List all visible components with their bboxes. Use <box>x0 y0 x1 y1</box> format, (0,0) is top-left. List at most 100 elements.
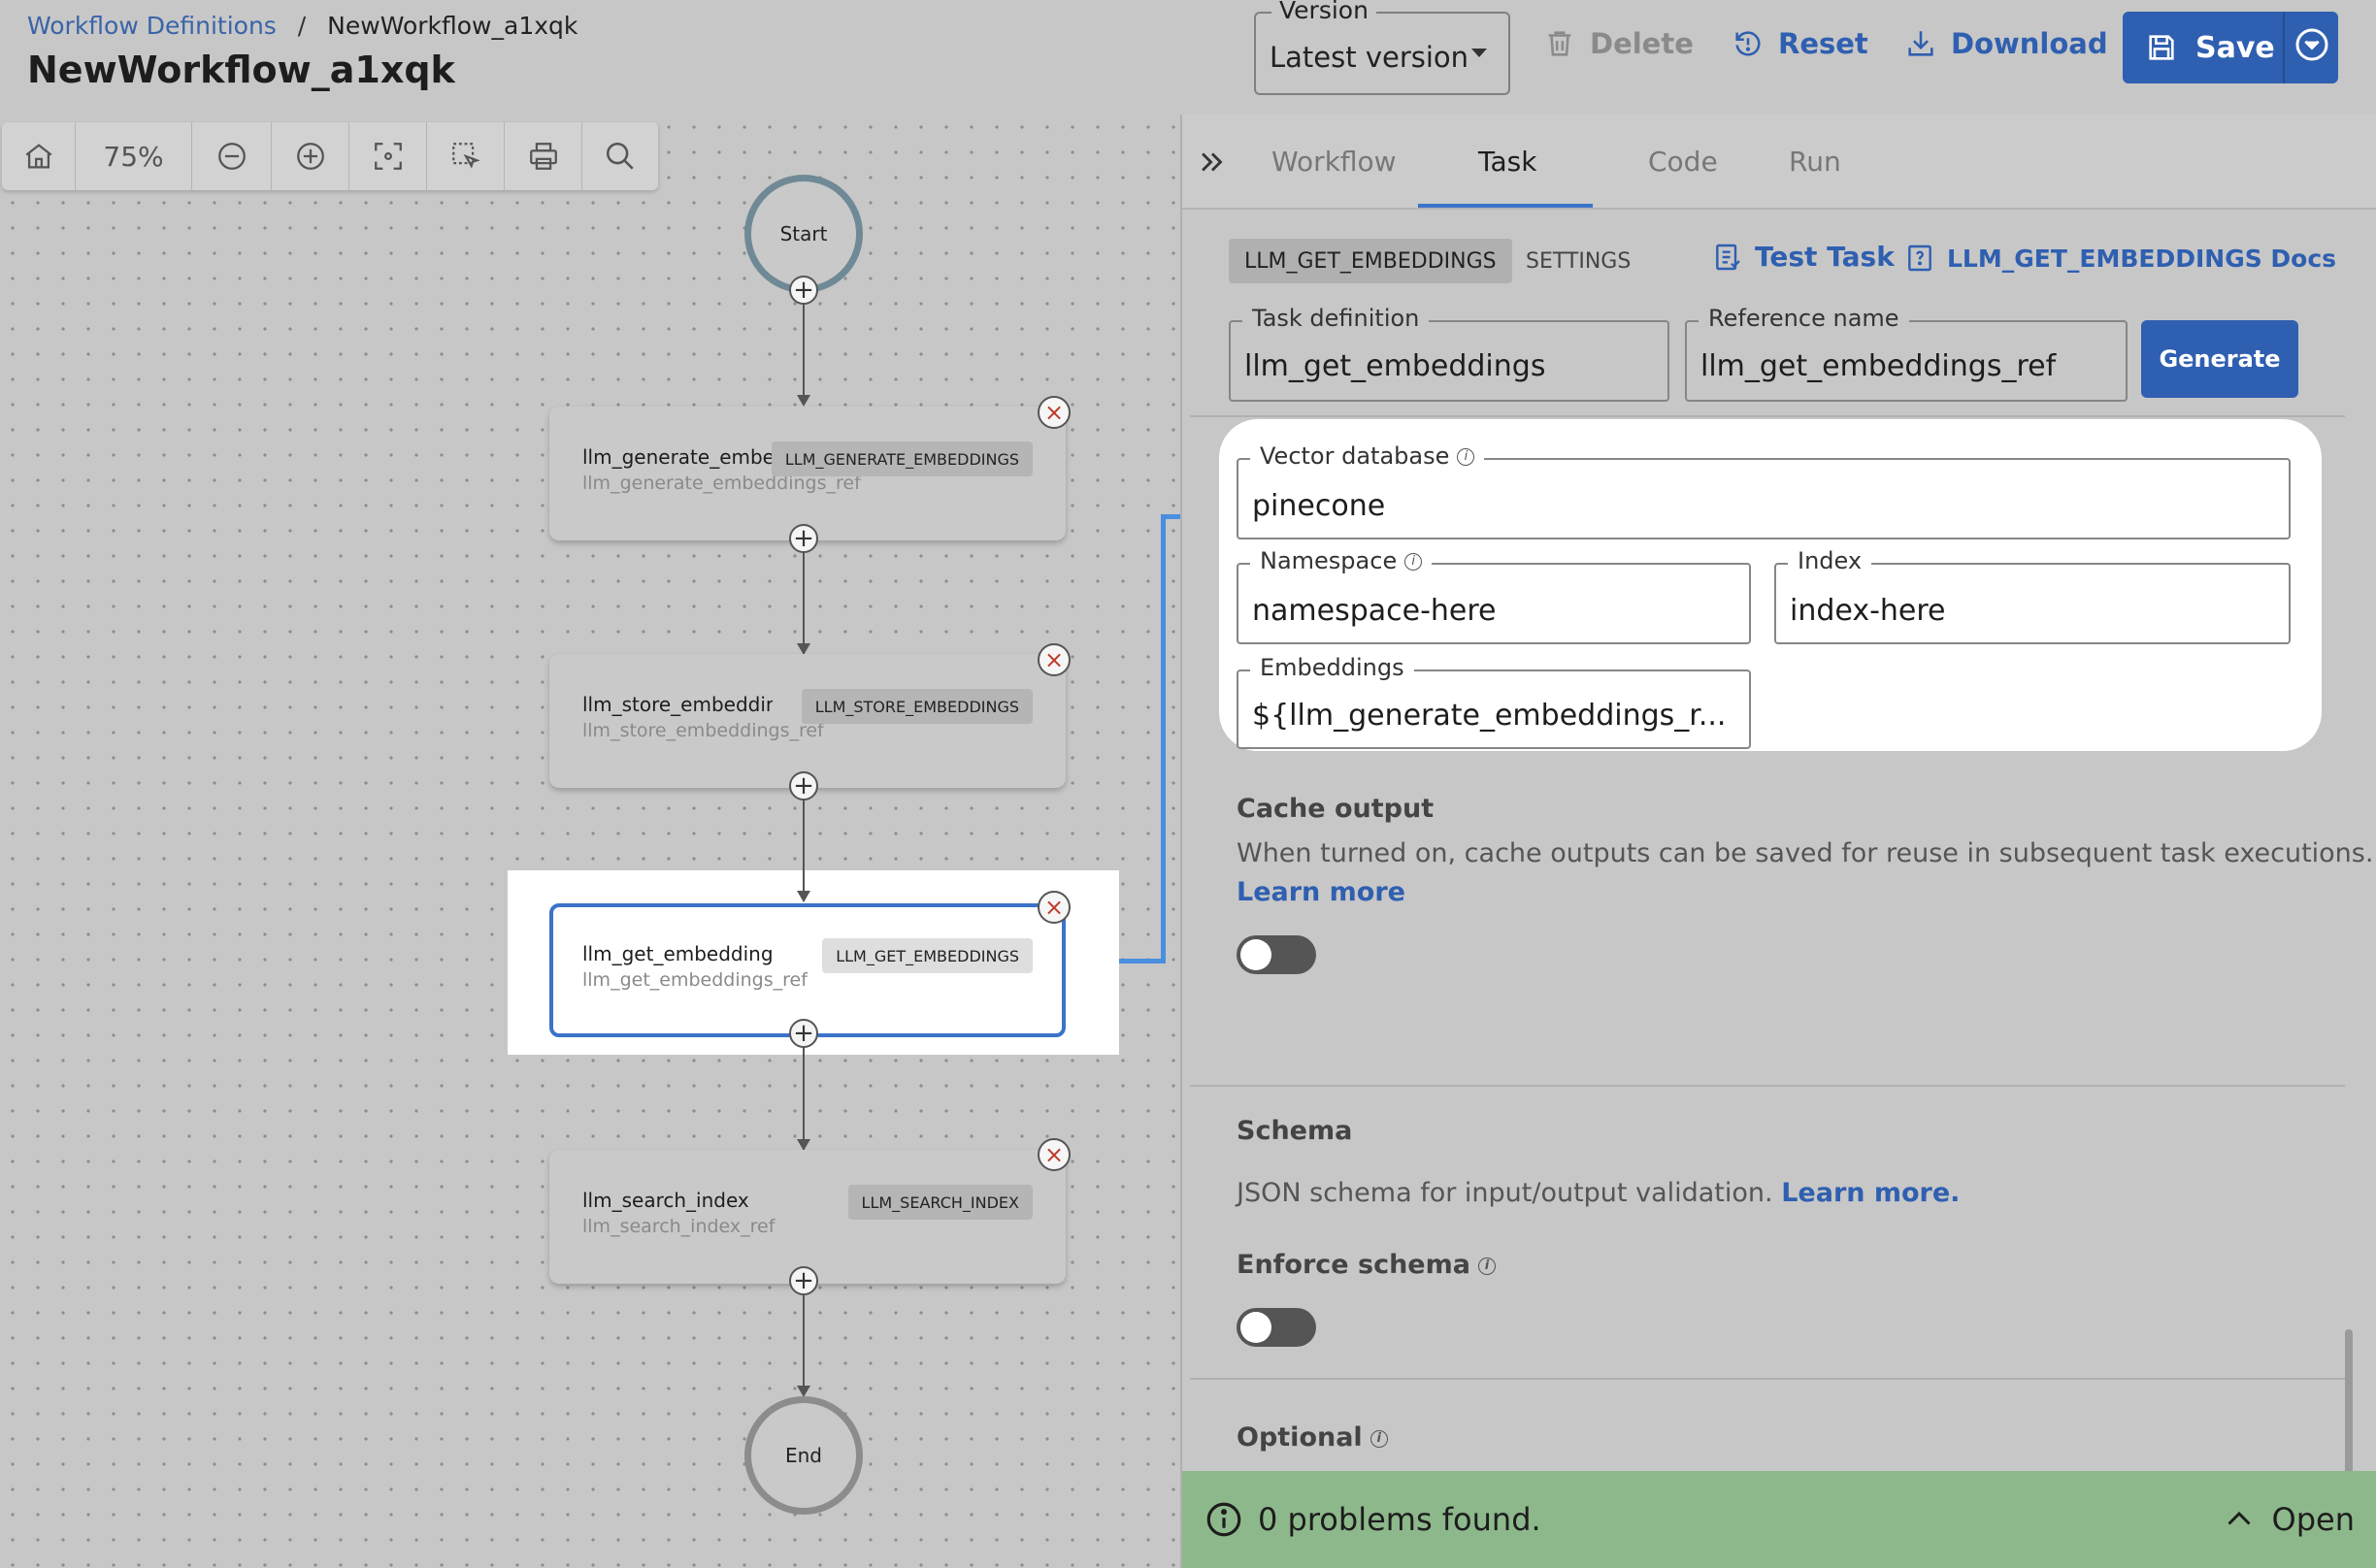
canvas-toolbar: 75% <box>2 122 658 190</box>
task-node-llm-get-embeddings[interactable]: llm_get_embeddings llm_get_embeddings_re… <box>549 903 1066 1037</box>
task-type-badge: LLM_GET_EMBEDDINGS <box>822 938 1033 973</box>
home-button[interactable] <box>2 122 76 190</box>
plus-icon: + <box>793 771 814 800</box>
remove-task-button[interactable]: × <box>1038 396 1071 429</box>
connector-line <box>803 1281 805 1389</box>
vector-database-select[interactable] <box>1237 458 2291 539</box>
breadcrumb-link-workflow-definitions[interactable]: Workflow Definitions <box>27 12 277 40</box>
task-definition-label: Task definition <box>1242 305 1430 332</box>
namespace-value: namespace-here <box>1252 594 1497 628</box>
section-divider <box>1190 415 2345 417</box>
index-value: index-here <box>1790 594 1946 628</box>
tab-code[interactable]: Code <box>1648 146 1718 178</box>
generate-button[interactable]: Generate <box>2141 320 2298 398</box>
zoom-in-button[interactable] <box>272 122 349 190</box>
toggle-knob <box>1240 1312 1271 1343</box>
selection-connector <box>1161 514 1166 964</box>
test-task-button[interactable]: Test Task <box>1712 241 1895 273</box>
task-type-badge: LLM_SEARCH_INDEX <box>847 1185 1033 1220</box>
delete-label: Delete <box>1590 27 1694 60</box>
reference-name-label: Reference name <box>1699 305 1909 332</box>
print-icon <box>529 143 557 170</box>
select-area-button[interactable] <box>427 122 505 190</box>
schema-description: JSON schema for input/output validation.… <box>1237 1178 1961 1208</box>
add-task-button[interactable]: + <box>789 771 818 800</box>
select-area-icon <box>451 143 480 169</box>
cache-output-learn-more-link[interactable]: Learn more <box>1237 877 1405 907</box>
enforce-schema-toggle[interactable] <box>1237 1308 1316 1347</box>
print-button[interactable] <box>505 122 582 190</box>
trash-icon <box>1548 31 1571 56</box>
info-circle-icon <box>1206 1502 1241 1537</box>
task-name: llm_search_index <box>582 1189 749 1212</box>
save-options-dropdown-icon[interactable] <box>2293 25 2331 64</box>
section-divider <box>1190 1085 2345 1087</box>
enforce-schema-label: Enforce schema i <box>1237 1250 1496 1280</box>
embeddings-label: Embeddings <box>1250 654 1414 681</box>
open-label: Open <box>2271 1501 2355 1538</box>
download-icon <box>1908 31 1933 56</box>
selection-connector <box>1119 959 1164 964</box>
connector-arrow <box>797 891 810 902</box>
search-button[interactable] <box>582 122 658 190</box>
test-checklist-icon <box>1716 244 1740 270</box>
fit-view-button[interactable] <box>349 122 427 190</box>
connector-line <box>803 539 805 654</box>
task-node-llm-store-embeddings[interactable]: llm_store_embeddings llm_store_embedding… <box>549 654 1066 788</box>
tab-run[interactable]: Run <box>1789 146 1841 178</box>
schema-title: Schema <box>1237 1116 1353 1146</box>
cache-output-toggle[interactable] <box>1237 935 1316 974</box>
remove-task-button[interactable]: × <box>1038 1138 1071 1171</box>
download-label: Download <box>1951 27 2108 60</box>
vector-database-value: pinecone <box>1252 489 1386 523</box>
floppy-disk-icon <box>2149 35 2174 60</box>
subtab-settings[interactable]: SETTINGS <box>1526 239 1631 283</box>
task-node-llm-generate-embeddings[interactable]: llm_generate_embeddings llm_generate_emb… <box>549 407 1066 540</box>
fit-view-icon <box>374 143 402 170</box>
task-ref: llm_get_embeddings_ref <box>582 969 808 991</box>
task-ref: llm_store_embeddings_ref <box>582 720 824 741</box>
task-type-badge: LLM_GENERATE_EMBEDDINGS <box>771 441 1033 476</box>
docs-button[interactable]: LLM_GET_EMBEDDINGS Docs <box>1904 243 2336 274</box>
workflow-canvas[interactable] <box>0 114 1180 1568</box>
info-icon: i <box>1457 448 1475 466</box>
subtab-task-type[interactable]: LLM_GET_EMBEDDINGS <box>1229 239 1512 283</box>
connector-line <box>803 1033 805 1150</box>
schema-learn-more-link[interactable]: Learn more. <box>1781 1178 1960 1208</box>
tab-task[interactable]: Task <box>1478 146 1536 178</box>
active-tab-indicator <box>1418 204 1593 208</box>
reset-icon <box>1735 31 1761 56</box>
zoom-out-icon <box>217 143 246 170</box>
reset-button[interactable]: Reset <box>1732 27 1868 60</box>
task-type-badge: LLM_STORE_EMBEDDINGS <box>801 689 1033 724</box>
download-button[interactable]: Download <box>1904 27 2108 60</box>
cache-output-title: Cache output <box>1237 794 1435 824</box>
collapse-panel-icon[interactable] <box>1196 146 1229 179</box>
end-label: End <box>784 1444 822 1467</box>
zoom-out-button[interactable] <box>192 122 272 190</box>
remove-task-button[interactable]: × <box>1038 643 1071 676</box>
panel-scrollbar[interactable] <box>2345 1329 2353 1475</box>
start-label: Start <box>779 222 828 245</box>
version-value: Latest version <box>1270 41 1469 74</box>
help-docs-icon <box>1908 245 1931 272</box>
delete-button[interactable]: Delete <box>1543 27 1694 60</box>
task-ref: llm_search_index_ref <box>582 1216 776 1237</box>
remove-task-button[interactable]: × <box>1038 891 1071 924</box>
zoom-level: 75% <box>76 122 192 190</box>
save-button[interactable]: Save <box>2145 14 2275 82</box>
info-icon: i <box>1477 1257 1496 1275</box>
add-task-button[interactable]: + <box>789 1019 818 1048</box>
add-task-button[interactable]: + <box>789 276 818 305</box>
add-task-button[interactable]: + <box>789 1266 818 1295</box>
task-node-llm-search-index[interactable]: llm_search_index llm_search_index_ref LL… <box>549 1150 1066 1284</box>
plus-icon: + <box>793 524 814 553</box>
close-icon: × <box>1043 399 1065 426</box>
end-node[interactable]: End <box>744 1396 863 1515</box>
open-problems-button[interactable]: Open <box>2222 1501 2355 1538</box>
plus-icon: + <box>793 276 814 305</box>
optional-section-title: Optional i <box>1237 1422 1388 1453</box>
page-title: NewWorkflow_a1xqk <box>27 49 455 91</box>
tab-workflow[interactable]: Workflow <box>1271 146 1397 178</box>
add-task-button[interactable]: + <box>789 524 818 553</box>
